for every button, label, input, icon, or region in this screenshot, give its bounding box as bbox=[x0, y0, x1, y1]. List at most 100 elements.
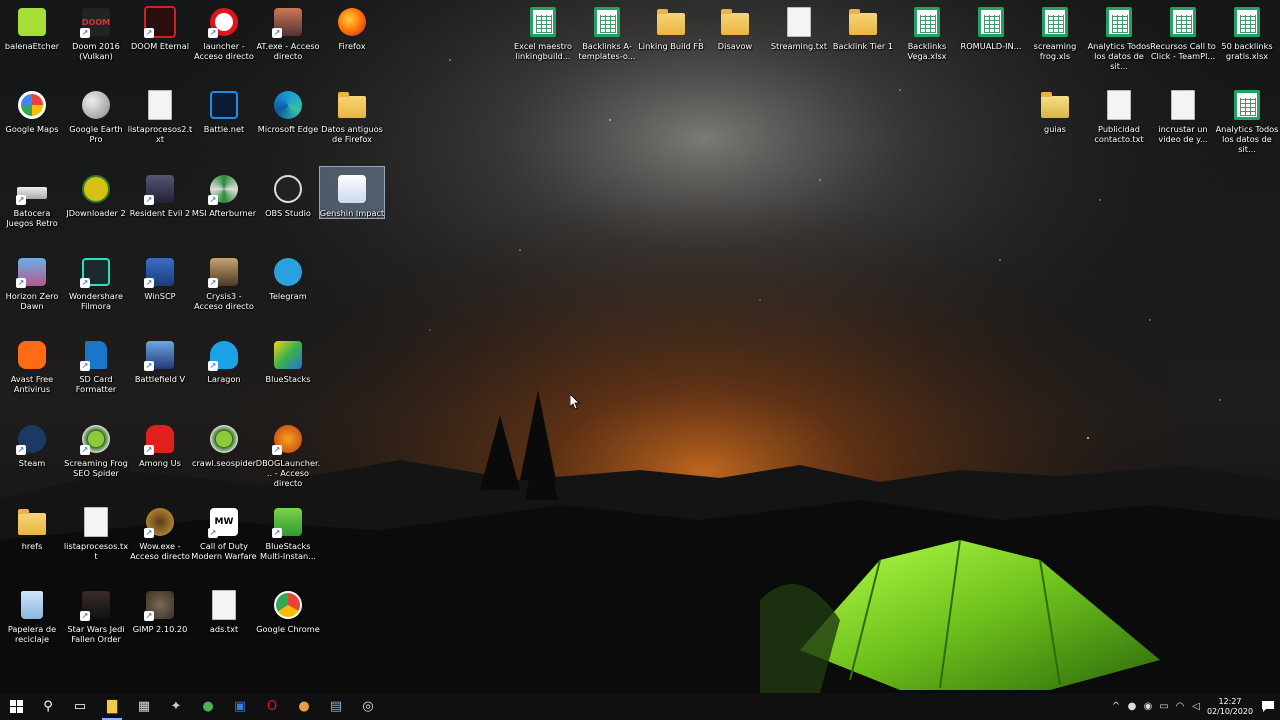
desktop-icon[interactable]: balenaEtcher bbox=[0, 0, 64, 51]
desktop-icon[interactable]: ↗ SD Card Formatter bbox=[64, 333, 128, 394]
search-icon: ⚲ bbox=[43, 699, 53, 714]
antivirus-icon[interactable]: ◉ bbox=[1140, 693, 1156, 720]
desktop-icon[interactable]: Excel maestro linkingbuild... bbox=[511, 0, 575, 61]
telegram-icon bbox=[272, 256, 304, 288]
desktop-icon[interactable]: ROMUALD-IN... bbox=[959, 0, 1023, 51]
desktop-icon[interactable]: ↗ Screaming Frog SEO Spider bbox=[64, 417, 128, 478]
desktop-icon-label: hrefs bbox=[21, 540, 43, 551]
desktop-icon[interactable]: ↗ Resident Evil 2 bbox=[128, 167, 192, 218]
winscp-icon: ↗ bbox=[144, 256, 176, 288]
desktop-icon[interactable]: ↗ Among Us bbox=[128, 417, 192, 468]
volume-icon[interactable]: ◁ bbox=[1188, 693, 1204, 720]
opera-icon: ↗ bbox=[208, 6, 240, 38]
taskbar-button[interactable]: ▇ bbox=[96, 693, 128, 720]
desktop-icon[interactable]: ↗ Horizon Zero Dawn bbox=[0, 250, 64, 311]
desktop-icon[interactable]: ads.txt bbox=[192, 583, 256, 634]
desktop-icon[interactable]: Disavow bbox=[703, 0, 767, 51]
desktop-icon[interactable]: Telegram bbox=[256, 250, 320, 301]
desktop-icon[interactable]: Recursos Call to Click - TeamPl... bbox=[1150, 0, 1216, 61]
desktop-icon[interactable]: Analytics Todos los datos de sit... bbox=[1087, 0, 1151, 71]
desktop-icon[interactable]: ↗ Battlefield V bbox=[128, 333, 192, 384]
desktop-icon[interactable]: ↗ AT.exe - Acceso directo bbox=[256, 0, 320, 61]
desktop-icon[interactable]: Genshin Impact bbox=[319, 165, 385, 219]
chevron-up-icon[interactable]: ^ bbox=[1108, 693, 1124, 720]
desktop-icon[interactable]: incrustar un video de y... bbox=[1151, 83, 1215, 144]
shortcut-arrow-icon: ↗ bbox=[80, 611, 90, 622]
desktop-icon[interactable]: listaprocesos2.txt bbox=[128, 83, 192, 144]
taskbar-button[interactable]: ⚲ bbox=[32, 693, 64, 720]
desktop-icon[interactable]: ↗ Wondershare Filmora bbox=[64, 250, 128, 311]
desktop-icon-label: Google Chrome bbox=[256, 624, 320, 635]
desktop-icon[interactable]: Backlinks Vega.xlsx bbox=[895, 0, 959, 61]
desktop-icon[interactable]: MW ↗ Call of Duty Modern Warfare bbox=[191, 500, 257, 561]
desktop-icon[interactable]: hrefs bbox=[0, 500, 64, 551]
desktop-icon-label: Star Wars Jedi Fallen Order bbox=[67, 624, 125, 645]
taskbar-button[interactable]: ● bbox=[192, 693, 224, 720]
taskbar-button[interactable]: ▣ bbox=[224, 693, 256, 720]
desktop-icon[interactable]: Firefox bbox=[320, 0, 384, 51]
shortcut-arrow-icon: ↗ bbox=[144, 361, 154, 372]
desktop-icon[interactable]: ↗ Steam bbox=[0, 417, 64, 468]
taskbar-button[interactable]: ✦ bbox=[160, 693, 192, 720]
desktop-icon[interactable]: ↗ Crysis3 - Acceso directo bbox=[192, 250, 256, 311]
taskbar-button[interactable]: ● bbox=[288, 693, 320, 720]
desktop-icon[interactable]: ↗ Star Wars Jedi Fallen Order bbox=[64, 583, 128, 644]
desktop-icon[interactable]: Avast Free Antivirus bbox=[0, 333, 64, 394]
taskbar-button[interactable]: ▭ bbox=[64, 693, 96, 720]
desktop-icon[interactable]: OBS Studio bbox=[256, 167, 320, 218]
taskbar-button[interactable]: ◎ bbox=[352, 693, 384, 720]
desktop-icon[interactable]: DOOM ↗ Doom 2016 (Vulkan) bbox=[64, 0, 128, 61]
desktop-icon[interactable]: screaming frog.xls bbox=[1023, 0, 1087, 61]
text-file-icon bbox=[80, 506, 112, 538]
wifi-icon[interactable]: ◠ bbox=[1172, 693, 1188, 720]
desktop-icon-label: Call of Duty Modern Warfare bbox=[191, 540, 257, 561]
desktop-icon[interactable]: Datos antiguos de Firefox bbox=[320, 83, 384, 144]
taskbar-button[interactable]: ▤ bbox=[320, 693, 352, 720]
wow-icon: ↗ bbox=[144, 506, 176, 538]
desktop-icon[interactable]: Linking Build FB bbox=[638, 0, 704, 51]
shortcut-arrow-icon: ↗ bbox=[80, 28, 90, 38]
desktop-icon[interactable]: Google Chrome bbox=[256, 583, 320, 634]
taskbar: ⚲ ▭ ▇ ▦ ✦ ● ▣ O ● ▤ ◎ ^ ● ◉ ▭ ◠ ◁ 12:27 02/10/2020 bbox=[0, 693, 1280, 720]
shortcut-arrow-icon: ↗ bbox=[16, 277, 26, 288]
desktop-icon[interactable]: ↗ DOOM Eternal bbox=[128, 0, 192, 51]
desktop-icon[interactable]: crawl.seospider bbox=[192, 417, 256, 468]
desktop-icon[interactable]: ↗ launcher - Acceso directo bbox=[192, 0, 256, 61]
desktop-icon[interactable]: Papelera de reciclaje bbox=[0, 583, 64, 644]
desktop-icon[interactable]: 50 backlinks gratis.xlsx bbox=[1215, 0, 1279, 61]
notification-center-button[interactable] bbox=[1256, 693, 1280, 720]
desktop-icon[interactable]: ↗ Laragon bbox=[192, 333, 256, 384]
desktop-icon[interactable]: ↗ GIMP 2.10.20 bbox=[128, 583, 192, 634]
desktop-icon[interactable]: Battle.net bbox=[192, 83, 256, 134]
desktop-icon[interactable]: Google Maps bbox=[0, 83, 64, 134]
desktop-icon[interactable]: ↗ DBOGLauncher... - Acceso directo bbox=[256, 417, 320, 488]
text-file-icon bbox=[783, 6, 815, 38]
network-icon[interactable]: ▭ bbox=[1156, 693, 1172, 720]
desktop-icon[interactable]: Backlinks A-templates-o... bbox=[575, 0, 639, 61]
clock[interactable]: 12:27 02/10/2020 bbox=[1204, 697, 1256, 717]
desktop-icon[interactable]: Streaming.txt bbox=[767, 0, 831, 51]
desktop-icon[interactable]: guias bbox=[1023, 83, 1087, 134]
desktop-icon-label: Doom 2016 (Vulkan) bbox=[72, 41, 120, 61]
desktop-icon[interactable]: ↗ Batocera Juegos Retro bbox=[0, 167, 64, 228]
desktop-icon[interactable]: Backlink Tier 1 bbox=[831, 0, 895, 51]
desktop-icon[interactable]: Microsoft Edge bbox=[256, 83, 320, 134]
desktop-icon[interactable]: Analytics Todos los datos de sit... bbox=[1215, 83, 1279, 154]
desktop-icon[interactable]: ↗ WinSCP bbox=[128, 250, 192, 301]
taskbar-button[interactable]: ▦ bbox=[128, 693, 160, 720]
desktop-icon[interactable]: JDownloader 2 bbox=[64, 167, 128, 218]
taskbar-button[interactable]: O bbox=[256, 693, 288, 720]
desktop-icon-label: listaprocesos.txt bbox=[63, 540, 129, 561]
desktop-icon[interactable]: ↗ Wow.exe - Acceso directo bbox=[128, 500, 192, 561]
microphone-icon[interactable]: ● bbox=[1124, 693, 1140, 720]
desktop-icon[interactable]: ↗ BlueStacks Multi-Instan... bbox=[256, 500, 320, 561]
desktop-icon[interactable]: listaprocesos.txt bbox=[64, 500, 128, 561]
desktop-icon-label: crawl.seospider bbox=[191, 457, 257, 468]
shortcut-arrow-icon: ↗ bbox=[208, 527, 218, 538]
taskbar-pinned-apps: ⚲ ▭ ▇ ▦ ✦ ● ▣ O ● ▤ ◎ bbox=[32, 693, 384, 720]
desktop-icon[interactable]: Google Earth Pro bbox=[64, 83, 128, 144]
desktop-icon[interactable]: BlueStacks bbox=[256, 333, 320, 384]
desktop-icon[interactable]: Publicidad contacto.txt bbox=[1087, 83, 1151, 144]
windows-start-button[interactable] bbox=[0, 693, 32, 720]
desktop-icon[interactable]: ↗ MSI Afterburner bbox=[192, 167, 256, 218]
